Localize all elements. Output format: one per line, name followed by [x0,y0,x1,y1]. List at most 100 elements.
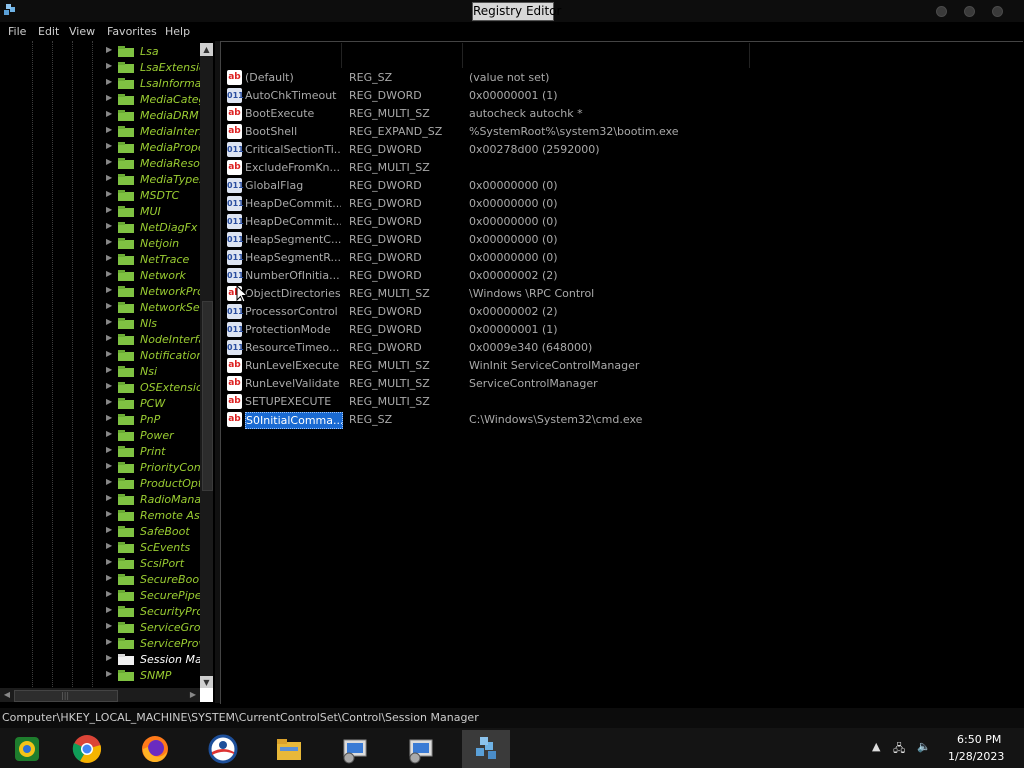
value-row[interactable]: ab ObjectDirectories REG_MULTI_SZ \Windows … [227,285,1017,303]
tree-item[interactable]: ▶ MediaResou [106,156,202,172]
expand-arrow-icon[interactable]: ▶ [106,189,112,198]
expand-arrow-icon[interactable]: ▶ [106,301,112,310]
value-row[interactable]: ab (Default) REG_SZ (value not set) [227,69,1017,87]
registry-tree[interactable]: ▶ Lsa ▶ LsaExtensio ▶ LsaInformat ▶ MediaCateg ▶… [0,41,215,703]
expand-arrow-icon[interactable]: ▶ [106,157,112,166]
value-row[interactable]: ab S0InitialComma... REG_SZ C:\Windows\Syst… [227,411,1017,429]
tree-item[interactable]: ▶ SecureBoot [106,572,202,588]
tree-item[interactable]: ▶ LsaExtensio [106,60,202,76]
taskbar-app[interactable] [2,730,50,768]
tree-item[interactable]: ▶ PriorityCont [106,460,202,476]
expand-arrow-icon[interactable]: ▶ [106,365,112,374]
expand-arrow-icon[interactable]: ▶ [106,61,112,70]
value-row[interactable]: ab ExcludeFromKn... REG_MULTI_SZ [227,159,1017,177]
value-row[interactable]: 011 ProcessorControl REG_DWORD 0x00000002 (… [227,303,1017,321]
menu-view[interactable]: View [69,25,95,38]
expand-arrow-icon[interactable]: ▶ [106,349,112,358]
value-row[interactable]: ab RunLevelValidate REG_MULTI_SZ ServiceCon… [227,375,1017,393]
value-row[interactable]: ab BootShell REG_EXPAND_SZ %SystemRoot%\sys… [227,123,1017,141]
tree-item[interactable]: ▶ LsaInformat [106,76,202,92]
tree-item[interactable]: ▶ ServiceProv [106,636,202,652]
tree-item[interactable]: ▶ NetTrace [106,252,202,268]
tree-item[interactable]: ▶ MUI [106,204,202,220]
value-row[interactable]: ab RunLevelExecute REG_MULTI_SZ WinInit Ser… [227,357,1017,375]
tree-item[interactable]: ▶ Nsi [106,364,202,380]
column-type-header[interactable] [342,43,463,68]
tree-item[interactable]: ▶ OSExtension [106,380,202,396]
value-row[interactable]: 011 GlobalFlag REG_DWORD 0x00000000 (0) [227,177,1017,195]
tree-item[interactable]: ▶ NetworkSet [106,300,202,316]
values-list[interactable]: ab (Default) REG_SZ (value not set) 011 AutoC… [220,41,1023,704]
minimize-button[interactable] [936,6,947,17]
expand-arrow-icon[interactable]: ▶ [106,669,112,678]
column-name-header[interactable] [221,43,342,68]
menu-file[interactable]: File [8,25,26,38]
expand-arrow-icon[interactable]: ▶ [106,237,112,246]
volume-icon[interactable]: 🔈 [917,740,931,753]
tree-item[interactable]: ▶ ServiceGrou [106,620,202,636]
tree-item[interactable]: ▶ MediaInterfa [106,124,202,140]
taskbar-app-active[interactable] [462,730,510,768]
expand-arrow-icon[interactable]: ▶ [106,93,112,102]
expand-arrow-icon[interactable]: ▶ [106,333,112,342]
taskbar-app[interactable] [396,730,444,768]
maximize-button[interactable] [964,6,975,17]
tree-item[interactable]: ▶ MSDTC [106,188,202,204]
value-row[interactable]: 011 ProtectionMode REG_DWORD 0x00000001 (1) [227,321,1017,339]
expand-arrow-icon[interactable]: ▶ [106,397,112,406]
tree-item[interactable]: ▶ Notification [106,348,202,364]
tree-item[interactable]: ▶ ScsiPort [106,556,202,572]
expand-arrow-icon[interactable]: ▶ [106,125,112,134]
expand-arrow-icon[interactable]: ▶ [106,221,112,230]
tree-item[interactable]: ▶ NodeInterfa [106,332,202,348]
tree-item[interactable]: ▶ PnP [106,412,202,428]
tree-item[interactable]: ▶ ScEvents [106,540,202,556]
tree-vertical-scrollbar[interactable]: ▲ ▼ [200,43,213,689]
tree-item[interactable]: ▶ Session Mar [106,652,202,668]
tree-item[interactable]: ▶ Nls [106,316,202,332]
column-data-header[interactable] [463,43,750,68]
tree-item[interactable]: ▶ SecurePipeS [106,588,202,604]
tree-item[interactable]: ▶ SNMP [106,668,202,684]
expand-arrow-icon[interactable]: ▶ [106,509,112,518]
expand-arrow-icon[interactable]: ▶ [106,493,112,502]
tray-expand-icon[interactable]: ▲ [872,740,880,753]
expand-arrow-icon[interactable]: ▶ [106,141,112,150]
expand-arrow-icon[interactable]: ▶ [106,205,112,214]
expand-arrow-icon[interactable]: ▶ [106,557,112,566]
taskbar-app[interactable] [62,730,110,768]
expand-arrow-icon[interactable]: ▶ [106,445,112,454]
expand-arrow-icon[interactable]: ▶ [106,109,112,118]
scroll-left-arrow-icon[interactable]: ◀ [0,688,14,702]
scroll-up-arrow-icon[interactable]: ▲ [200,43,213,56]
tree-item[interactable]: ▶ PCW [106,396,202,412]
value-row[interactable]: 011 HeapSegmentR... REG_DWORD 0x00000000 (0… [227,249,1017,267]
tree-item[interactable]: ▶ Print [106,444,202,460]
tree-item[interactable]: ▶ Remote Ass [106,508,202,524]
tree-item[interactable]: ▶ RadioManag [106,492,202,508]
menu-help[interactable]: Help [165,25,190,38]
expand-arrow-icon[interactable]: ▶ [106,637,112,646]
tree-item[interactable]: ▶ NetworkPro [106,284,202,300]
value-row[interactable]: 011 HeapDeCommit... REG_DWORD 0x00000000 (0… [227,195,1017,213]
tree-item[interactable]: ▶ Netjoin [106,236,202,252]
clock-time[interactable]: 6:50 PM [957,733,1001,746]
value-row[interactable]: 011 NumberOfInitia... REG_DWORD 0x00000002 … [227,267,1017,285]
clock-date[interactable]: 1/28/2023 [948,750,1004,763]
title-bar[interactable]: Registry Editor [0,0,1024,22]
tree-item[interactable]: ▶ SecurityProv [106,604,202,620]
expand-arrow-icon[interactable]: ▶ [106,269,112,278]
tree-item[interactable]: ▶ MediaCateg [106,92,202,108]
value-row[interactable]: ab SETUPEXECUTE REG_MULTI_SZ [227,393,1017,411]
expand-arrow-icon[interactable]: ▶ [106,477,112,486]
expand-arrow-icon[interactable]: ▶ [106,621,112,630]
expand-arrow-icon[interactable]: ▶ [106,45,112,54]
tree-horizontal-scrollbar[interactable]: ◀ ||| ▶ [0,688,200,702]
expand-arrow-icon[interactable]: ▶ [106,605,112,614]
tree-item[interactable]: ▶ MediaDRM [106,108,202,124]
menu-favorites[interactable]: Favorites [107,25,157,38]
taskbar-app[interactable] [264,730,312,768]
expand-arrow-icon[interactable]: ▶ [106,381,112,390]
value-row[interactable]: ab BootExecute REG_MULTI_SZ autocheck autoc… [227,105,1017,123]
tree-item[interactable]: ▶ Network [106,268,202,284]
